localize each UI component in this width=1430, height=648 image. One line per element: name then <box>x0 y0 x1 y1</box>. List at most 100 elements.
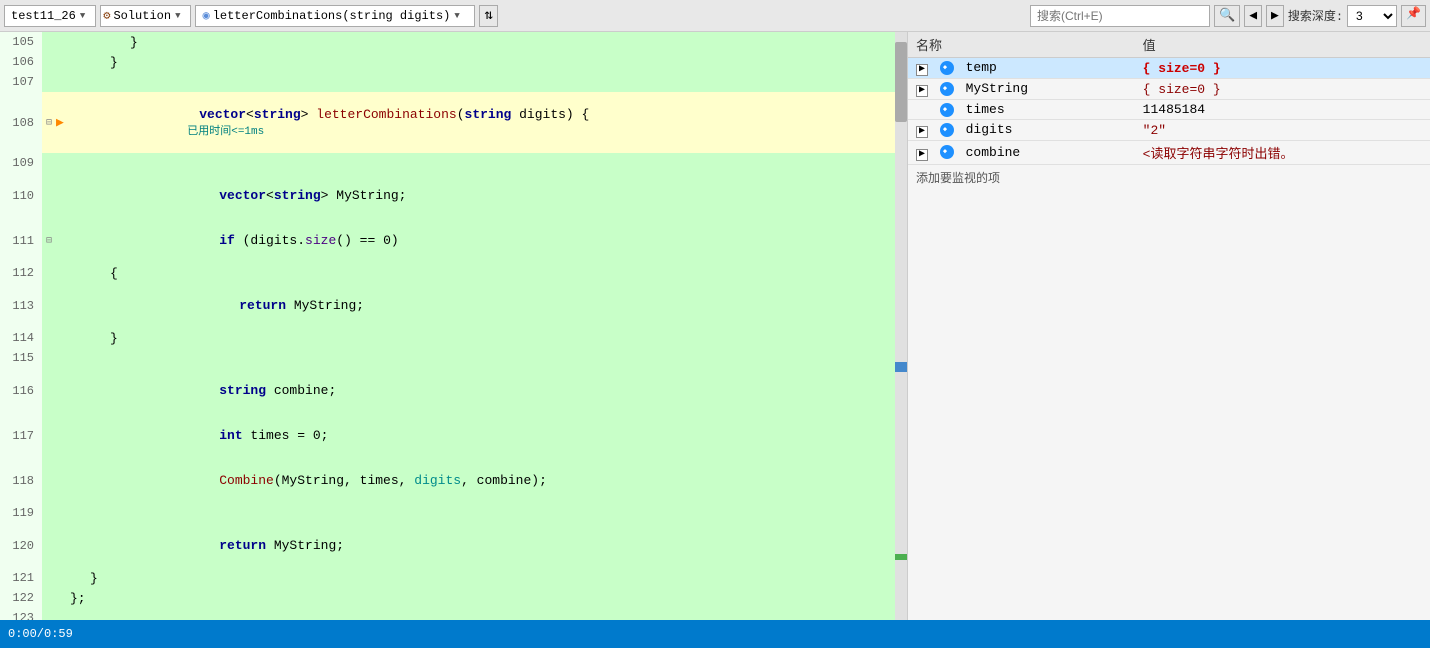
line-fold[interactable] <box>42 368 56 413</box>
line-indicator: ▶ <box>56 92 66 153</box>
watch-row[interactable]: times 11485184 <box>908 100 1430 120</box>
watch-icon <box>940 145 954 159</box>
line-fold[interactable] <box>42 263 56 283</box>
line-fold[interactable] <box>42 523 56 568</box>
solution-dropdown[interactable]: ⚙ Solution ▼ <box>100 5 191 27</box>
table-row: 120 return MyString; <box>0 523 907 568</box>
line-fold[interactable] <box>42 458 56 503</box>
watch-value: 11485184 <box>1143 102 1205 117</box>
pin-btn[interactable]: 📌 <box>1401 5 1426 27</box>
line-fold[interactable] <box>42 173 56 218</box>
line-number: 117 <box>0 413 42 458</box>
vertical-scrollbar[interactable] <box>895 32 907 620</box>
file-dropdown[interactable]: test11_26 ▼ <box>4 5 96 27</box>
table-row: 106 } <box>0 52 907 72</box>
line-fold[interactable]: ⊟ <box>42 218 56 263</box>
line-indicator <box>56 368 66 413</box>
expand-btn[interactable]: ▶ <box>916 85 928 97</box>
watch-item-name: ▶ MyString <box>908 79 1135 100</box>
nav-forward-btn[interactable]: ▶ <box>1266 5 1284 27</box>
search-btn[interactable]: 🔍 <box>1214 5 1240 27</box>
table-row: 111 ⊟ if (digits.size() == 0) <box>0 218 907 263</box>
line-fold[interactable] <box>42 72 56 92</box>
scrollbar-thumb[interactable] <box>895 42 907 122</box>
line-number: 112 <box>0 263 42 283</box>
line-number: 107 <box>0 72 42 92</box>
line-fold[interactable] <box>42 283 56 328</box>
code-editor[interactable]: 105 } 106 } 107 <box>0 32 908 620</box>
line-fold[interactable] <box>42 32 56 52</box>
line-indicator <box>56 523 66 568</box>
code-scroll[interactable]: 105 } 106 } 107 <box>0 32 907 620</box>
scroll-marker-blue <box>895 362 907 372</box>
line-indicator <box>56 218 66 263</box>
function-dropdown-arrow: ▼ <box>454 11 459 21</box>
line-number: 116 <box>0 368 42 413</box>
table-row: 116 string combine; <box>0 368 907 413</box>
watch-icon <box>940 61 954 75</box>
function-dropdown[interactable]: ◉ letterCombinations(string digits) ▼ <box>195 5 475 27</box>
line-indicator <box>56 588 66 608</box>
table-row: 112 { <box>0 263 907 283</box>
line-indicator <box>56 608 66 620</box>
line-fold[interactable] <box>42 608 56 620</box>
line-indicator <box>56 153 66 173</box>
line-fold[interactable] <box>42 588 56 608</box>
line-number: 123 <box>0 608 42 620</box>
top-toolbar: test11_26 ▼ ⚙ Solution ▼ ◉ letterCombina… <box>0 0 1430 32</box>
watch-row[interactable]: ▶ digits "2" <box>908 120 1430 141</box>
line-indicator <box>56 413 66 458</box>
line-code: if (digits.size() == 0) <box>66 218 907 263</box>
function-dropdown-label: letterCombinations(string digits) <box>213 9 451 23</box>
watch-row[interactable]: ▶ MyString { size=0 } <box>908 79 1430 100</box>
file-dropdown-label: test11_26 <box>11 9 76 23</box>
line-fold[interactable] <box>42 568 56 588</box>
watch-name-label: combine <box>966 145 1021 160</box>
table-row: 107 <box>0 72 907 92</box>
line-fold[interactable] <box>42 52 56 72</box>
table-row: 114 } <box>0 328 907 348</box>
col-name-header: 名称 <box>908 32 1135 58</box>
line-code: vector<string> letterCombinations(string… <box>66 92 907 153</box>
status-bar: 0:00/0:59 <box>0 620 1430 648</box>
watch-name-label: MyString <box>966 81 1028 96</box>
watch-item-value: "2" <box>1135 120 1430 141</box>
search-depth-select[interactable]: 3 1 2 4 5 <box>1347 5 1397 27</box>
watch-icon <box>940 82 954 96</box>
expand-btn[interactable]: ▶ <box>916 149 928 161</box>
line-fold[interactable] <box>42 503 56 523</box>
table-row: 115 <box>0 348 907 368</box>
line-fold[interactable] <box>42 413 56 458</box>
line-code: { <box>66 263 907 283</box>
nav-back-btn[interactable]: ◀ <box>1244 5 1262 27</box>
line-number: 106 <box>0 52 42 72</box>
add-watch-label[interactable]: 添加要监视的项 <box>908 165 1430 190</box>
line-code: vector<string> MyString; <box>66 173 907 218</box>
watch-value: "2" <box>1143 123 1166 138</box>
line-code: } <box>66 568 907 588</box>
watch-icon <box>940 103 954 117</box>
watch-row[interactable]: ▶ combine <读取字符串字符时出错。 <box>908 141 1430 165</box>
watch-item-name: ▶ combine <box>908 141 1135 165</box>
line-number: 120 <box>0 523 42 568</box>
table-row: 110 vector<string> MyString; <box>0 173 907 218</box>
watch-value: { size=0 } <box>1143 61 1221 76</box>
line-fold[interactable] <box>42 348 56 368</box>
watch-row[interactable]: ▶ temp { size=0 } <box>908 58 1430 79</box>
line-fold[interactable] <box>42 153 56 173</box>
expand-btn[interactable]: ▶ <box>916 64 928 76</box>
table-row: 109 <box>0 153 907 173</box>
line-fold[interactable]: ⊟ <box>42 92 56 153</box>
line-fold[interactable] <box>42 328 56 348</box>
search-input[interactable] <box>1030 5 1210 27</box>
line-number: 118 <box>0 458 42 503</box>
table-row: 121 } <box>0 568 907 588</box>
line-code: } <box>66 52 907 72</box>
line-code <box>66 153 907 173</box>
line-indicator <box>56 32 66 52</box>
solution-dropdown-label: Solution <box>113 9 171 23</box>
watch-value: { size=0 } <box>1143 82 1221 97</box>
split-btn[interactable]: ⇅ <box>479 5 497 27</box>
line-indicator <box>56 568 66 588</box>
expand-btn[interactable]: ▶ <box>916 126 928 138</box>
